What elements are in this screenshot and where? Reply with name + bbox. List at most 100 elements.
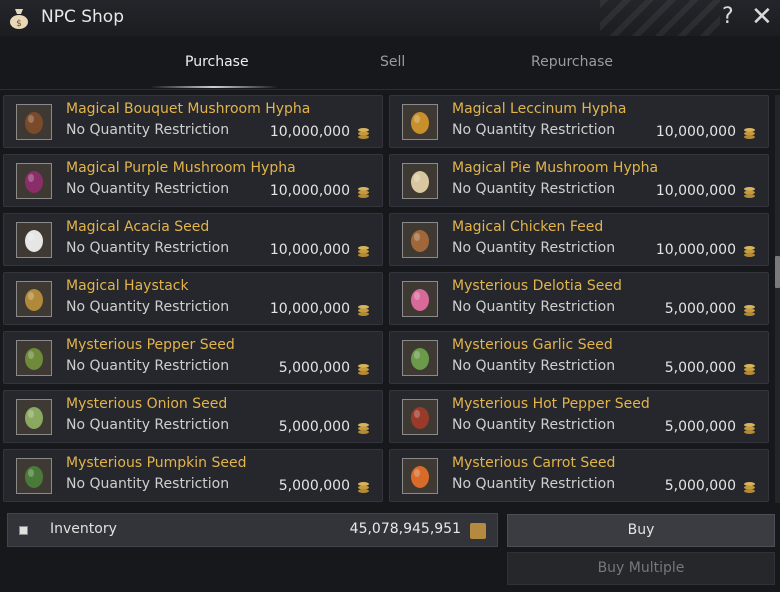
shop-item[interactable]: Mysterious Onion Seed No Quantity Restric… <box>3 390 383 443</box>
buy-button[interactable]: Buy <box>507 514 775 547</box>
pie-mushroom-icon <box>402 163 438 199</box>
item-restriction: No Quantity Restriction <box>66 122 230 138</box>
pepper-seed-icon <box>16 340 52 376</box>
silver-coin-icon <box>743 185 756 199</box>
title-bar-decoration <box>600 0 720 36</box>
shop-item[interactable]: Mysterious Garlic Seed No Quantity Restri… <box>389 331 769 384</box>
purple-mushroom-icon <box>16 163 52 199</box>
haystack-icon <box>16 281 52 317</box>
scrollbar-track[interactable] <box>775 95 780 503</box>
shop-item[interactable]: Magical Pie Mushroom Hypha No Quantity Re… <box>389 154 769 207</box>
item-restriction: No Quantity Restriction <box>452 476 616 492</box>
shop-item[interactable]: Mysterious Pepper Seed No Quantity Restri… <box>3 331 383 384</box>
silver-coin-icon <box>743 362 756 376</box>
shop-item[interactable]: Magical Acacia Seed No Quantity Restricti… <box>3 213 383 266</box>
item-price: 5,000,000 <box>278 419 350 435</box>
shop-item[interactable]: Magical Purple Mushroom Hypha No Quantity… <box>3 154 383 207</box>
item-price: 10,000,000 <box>269 301 350 317</box>
item-price: 5,000,000 <box>664 419 736 435</box>
silver-coin-icon <box>743 244 756 258</box>
acacia-seed-icon <box>16 222 52 258</box>
item-name: Mysterious Garlic Seed <box>452 337 613 353</box>
inventory-silver-amount: 45,078,945,951 <box>349 521 461 537</box>
item-restriction: No Quantity Restriction <box>452 122 616 138</box>
item-price: 10,000,000 <box>269 124 350 140</box>
garlic-seed-icon <box>402 340 438 376</box>
silver-coin-icon <box>743 126 756 140</box>
shop-item[interactable]: Magical Bouquet Mushroom Hypha No Quantit… <box>3 95 383 148</box>
shop-item[interactable]: Magical Chicken Feed No Quantity Restrict… <box>389 213 769 266</box>
mushroom-hypha-icon <box>16 104 52 140</box>
item-price: 5,000,000 <box>278 360 350 376</box>
item-restriction: No Quantity Restriction <box>66 358 230 374</box>
shop-item[interactable]: Mysterious Delotia Seed No Quantity Restr… <box>389 272 769 325</box>
tab-divider <box>0 89 780 90</box>
inventory-bar: Inventory 45,078,945,951 <box>7 513 498 547</box>
shop-item[interactable]: Mysterious Hot Pepper Seed No Quantity Re… <box>389 390 769 443</box>
silver-coin-icon <box>357 362 370 376</box>
help-button[interactable]: ? <box>722 4 734 29</box>
hot-pepper-seed-icon <box>402 399 438 435</box>
item-name: Mysterious Pumpkin Seed <box>66 455 247 471</box>
inventory-label: Inventory <box>50 521 117 537</box>
item-name: Magical Purple Mushroom Hypha <box>66 160 296 176</box>
item-name: Mysterious Pepper Seed <box>66 337 235 353</box>
shop-item[interactable]: Mysterious Pumpkin Seed No Quantity Restr… <box>3 449 383 502</box>
item-price: 10,000,000 <box>269 242 350 258</box>
item-restriction: No Quantity Restriction <box>66 240 230 256</box>
item-restriction: No Quantity Restriction <box>66 181 230 197</box>
inventory-storage-icon <box>470 523 486 539</box>
chicken-feed-icon <box>402 222 438 258</box>
svg-text:$: $ <box>16 19 22 29</box>
silver-coin-icon <box>357 244 370 258</box>
carrot-seed-icon <box>402 458 438 494</box>
window-title: NPC Shop <box>41 7 124 27</box>
item-name: Mysterious Onion Seed <box>66 396 228 412</box>
item-price: 5,000,000 <box>664 301 736 317</box>
item-price: 5,000,000 <box>664 360 736 376</box>
item-price: 10,000,000 <box>269 183 350 199</box>
item-name: Magical Chicken Feed <box>452 219 604 235</box>
tab-purchase[interactable]: Purchase <box>185 54 249 70</box>
shop-item[interactable]: Magical Haystack No Quantity Restriction 1… <box>3 272 383 325</box>
silver-coin-icon <box>743 480 756 494</box>
item-price: 10,000,000 <box>655 242 736 258</box>
item-restriction: No Quantity Restriction <box>452 299 616 315</box>
onion-seed-icon <box>16 399 52 435</box>
tab-sell[interactable]: Sell <box>380 54 405 70</box>
shop-item[interactable]: Magical Leccinum Hypha No Quantity Restri… <box>389 95 769 148</box>
item-price: 5,000,000 <box>664 478 736 494</box>
item-price: 10,000,000 <box>655 183 736 199</box>
tab-repurchase[interactable]: Repurchase <box>531 54 613 70</box>
item-restriction: No Quantity Restriction <box>66 417 230 433</box>
item-price: 10,000,000 <box>655 124 736 140</box>
money-bag-icon: $ <box>10 9 28 29</box>
silver-coin-icon <box>743 421 756 435</box>
pumpkin-seed-icon <box>16 458 52 494</box>
item-name: Mysterious Carrot Seed <box>452 455 616 471</box>
silver-coin-icon <box>743 303 756 317</box>
active-tab-indicator <box>150 86 278 88</box>
item-name: Magical Bouquet Mushroom Hypha <box>66 101 311 117</box>
item-restriction: No Quantity Restriction <box>452 240 616 256</box>
item-name: Magical Acacia Seed <box>66 219 210 235</box>
silver-coin-icon <box>357 421 370 435</box>
silver-coin-icon <box>357 126 370 140</box>
silver-coin-icon <box>357 303 370 317</box>
item-name: Magical Haystack <box>66 278 189 294</box>
inventory-checkbox[interactable] <box>19 526 28 535</box>
item-name: Magical Leccinum Hypha <box>452 101 627 117</box>
item-restriction: No Quantity Restriction <box>66 299 230 315</box>
shop-item[interactable]: Mysterious Carrot Seed No Quantity Restri… <box>389 449 769 502</box>
leccinum-hypha-icon <box>402 104 438 140</box>
item-price: 5,000,000 <box>278 478 350 494</box>
close-button[interactable]: ✕ <box>751 2 773 32</box>
tab-bar: Purchase Sell Repurchase <box>0 36 780 88</box>
silver-coin-icon <box>357 185 370 199</box>
item-restriction: No Quantity Restriction <box>452 417 616 433</box>
scrollbar-thumb[interactable] <box>775 256 780 288</box>
item-restriction: No Quantity Restriction <box>452 181 616 197</box>
item-name: Mysterious Delotia Seed <box>452 278 622 294</box>
item-restriction: No Quantity Restriction <box>452 358 616 374</box>
buy-multiple-button[interactable]: Buy Multiple <box>507 552 775 585</box>
